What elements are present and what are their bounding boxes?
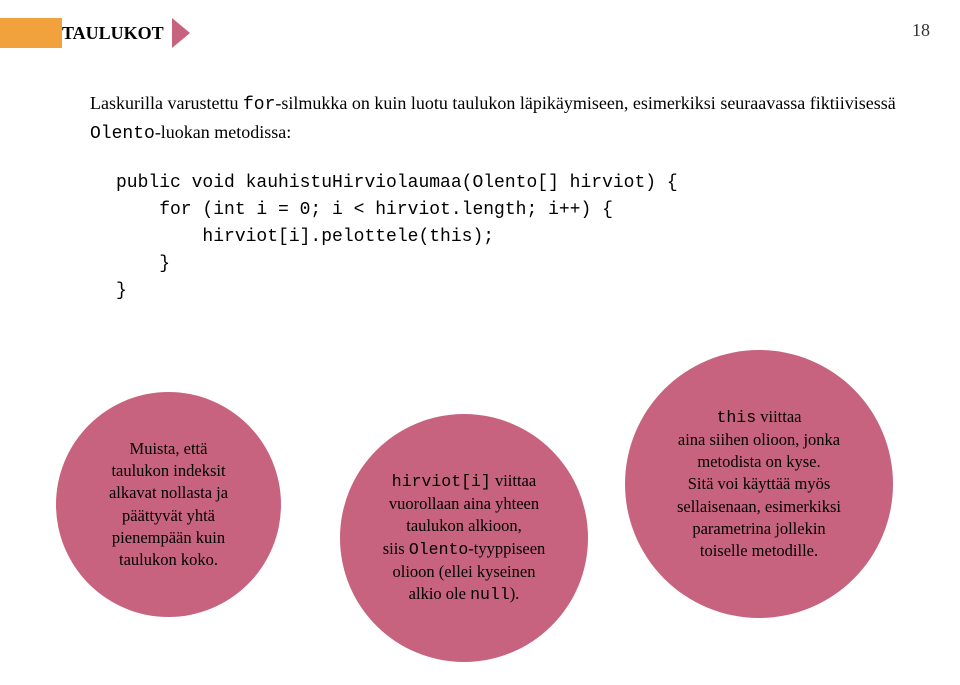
b3-l2: aina siihen olioon, jonka: [678, 430, 840, 449]
intro-text-3: -luokan metodissa:: [155, 122, 291, 142]
header: TAULUKOT: [62, 18, 190, 48]
b2-mono3: null: [470, 585, 510, 604]
intro-mono-1: for: [243, 95, 275, 115]
bubble-hirvioti: hirviot[i] viittaa vuorollaan aina yhtee…: [340, 414, 588, 662]
b2-mono1: hirviot[i]: [392, 472, 491, 491]
b2-l2: vuorollaan aina yhteen: [389, 494, 539, 513]
b1-l5: pienempään kuin: [112, 528, 225, 547]
b2-mono2: Olento: [409, 540, 468, 559]
bubbles-region: Muista, että taulukon indeksit alkavat n…: [0, 350, 960, 680]
intro-text-2: -silmukka on kuin luotu taulukon läpikäy…: [275, 93, 895, 113]
b1-l2: taulukon indeksit: [111, 461, 225, 480]
b3-l6: parametrina jollekin: [692, 519, 825, 538]
b1-l3: alkavat nollasta ja: [109, 483, 228, 502]
b3-l3: metodista on kyse.: [697, 452, 820, 471]
intro-text-1: Laskurilla varustettu: [90, 93, 243, 113]
b2-t6b: ).: [510, 584, 520, 603]
b1-l1: Muista, että: [130, 439, 208, 458]
b3-l5: sellaisenaan, esimerkiksi: [677, 497, 841, 516]
b1-l6: taulukon koko.: [119, 550, 218, 569]
code-block: public void kauhistuHirviolaumaa(Olento[…: [90, 170, 920, 305]
b3-t1: viittaa: [756, 407, 801, 426]
intro-paragraph: Laskurilla varustettu for-silmukka on ku…: [90, 90, 920, 148]
header-accent-bar: [0, 18, 62, 48]
b2-t6a: alkio ole: [409, 584, 470, 603]
bubble-this: this viittaa aina siihen olioon, jonka m…: [625, 350, 893, 618]
b2-t4a: siis: [383, 539, 409, 558]
arrow-icon: [172, 18, 190, 48]
b3-l4: Sitä voi käyttää myös: [688, 474, 831, 493]
main-content: Laskurilla varustettu for-silmukka on ku…: [90, 90, 920, 305]
b2-l3: taulukon alkioon,: [406, 516, 521, 535]
b2-t4b: -tyyppiseen: [468, 539, 545, 558]
b2-l5: olioon (ellei kyseinen: [393, 562, 536, 581]
bubble-indexes: Muista, että taulukon indeksit alkavat n…: [56, 392, 281, 617]
intro-mono-2: Olento: [90, 124, 155, 144]
b2-t1: viittaa: [491, 471, 536, 490]
b3-l7: toiselle metodille.: [700, 541, 818, 560]
bubble-hirvioti-text: hirviot[i] viittaa vuorollaan aina yhtee…: [383, 470, 546, 607]
bubble-indexes-text: Muista, että taulukon indeksit alkavat n…: [109, 438, 228, 572]
page-title: TAULUKOT: [62, 23, 174, 44]
bubble-this-text: this viittaa aina siihen olioon, jonka m…: [677, 406, 841, 563]
b1-l4: päättyvät yhtä: [122, 506, 215, 525]
b3-mono1: this: [717, 408, 757, 427]
page-number: 18: [912, 20, 930, 41]
